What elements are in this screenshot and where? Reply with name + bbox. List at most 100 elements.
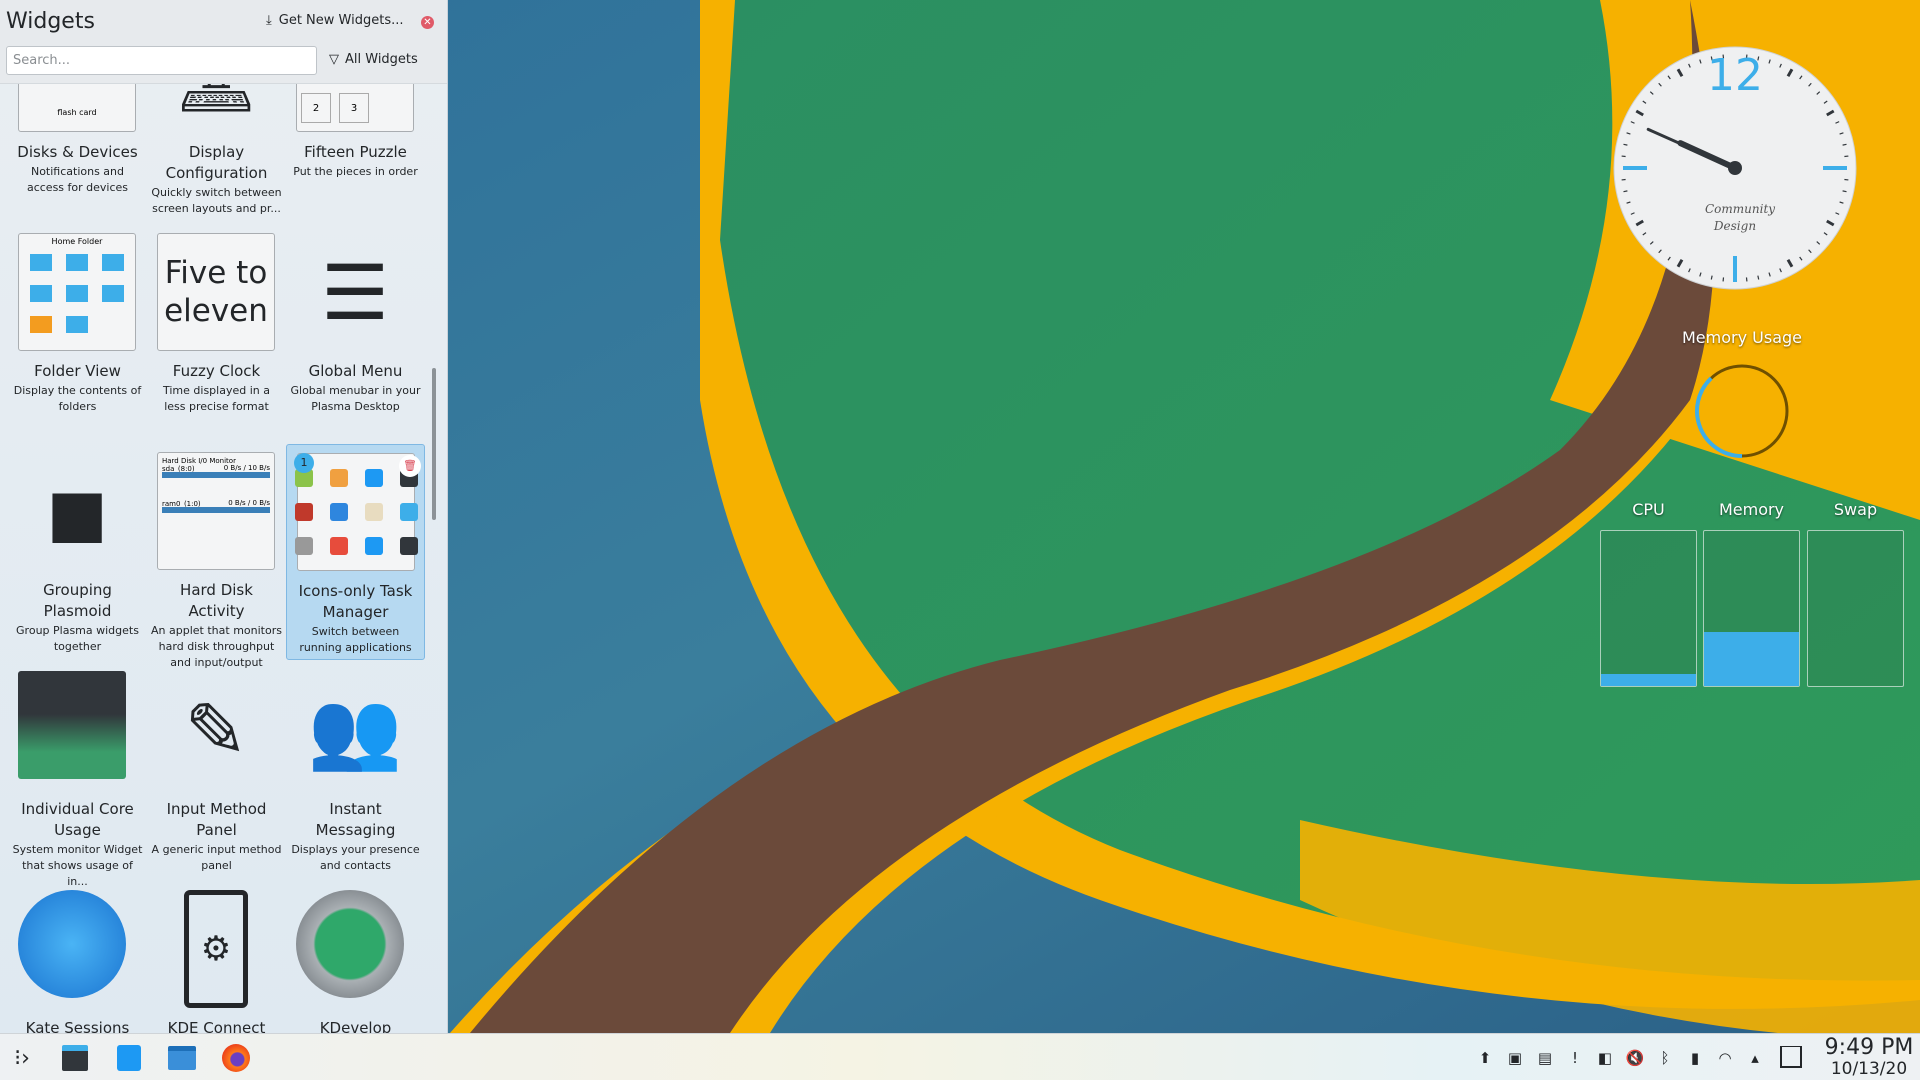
puzzle-tile: 3 [339,93,369,123]
folder-icon [66,285,88,302]
widget-item[interactable]: ☰ Global Menu Global menubar in your Plasm… [286,225,425,441]
widget-title: Global Menu Global menubar in your Plasma… [290,361,421,415]
discover-icon[interactable] [113,1042,145,1074]
usage-bar-memory[interactable] [1703,530,1800,687]
search-input[interactable] [6,46,317,75]
app-icon [294,503,313,521]
widget-name: Display Configuration [165,143,268,182]
widget-preview-folder: Home Folder [18,233,136,351]
widget-description: Display the contents of folders [13,384,142,413]
folder-icon [30,254,52,271]
widget-item[interactable]: ⚙ KDE Connect [147,882,286,1033]
volume-muted-icon[interactable]: 🔇 [1625,1048,1645,1068]
widget-title: Folder View Display the contents of folde… [12,361,143,415]
widget-name: KDE Connect [167,1019,266,1033]
widget-preview-kdeconnect: ⚙ [184,890,248,1008]
expand-tray-icon[interactable]: ▴ [1745,1048,1765,1068]
app-icon [364,537,383,555]
usage-bar-swap[interactable] [1807,530,1904,687]
widget-name: Kate Sessions [25,1019,130,1033]
widget-item[interactable]: Hard Disk I/0 Monitor sda_(8:0) 0 B/s / 10… [147,444,286,669]
widget-item[interactable]: 👥 Instant Messaging Displays your presence… [286,663,425,879]
widget-description: Put the pieces in order [293,165,418,178]
filter-icon: ▽ [329,52,339,67]
widget-item[interactable]: Individual Core Usage System monitor Widg… [8,663,147,888]
widget-explorer-panel: flash card Disks & Devices Notifications a… [0,0,448,1033]
folder-icons [30,254,124,333]
widget-name: Icons-only Task Manager [298,582,413,621]
widget-description: Notifications and access for devices [26,165,129,194]
analog-clock-widget[interactable]: 12 Community Design [1613,46,1857,290]
widget-preview-core [18,671,126,779]
bluetooth-icon[interactable]: ᛒ [1655,1048,1675,1068]
clipboard-icon[interactable]: ▤ [1535,1048,1555,1068]
widget-title: Disks & Devices Notifications and access … [12,142,143,196]
widget-item[interactable]: 1 🗑 Icons-only Task Manager Switch between … [286,444,425,660]
widget-description: Switch between running applications [299,625,412,654]
updates-icon[interactable]: ⬆ [1475,1048,1495,1068]
show-desktop-button[interactable] [1780,1046,1802,1068]
usage-bar-fill [1601,673,1696,686]
clock-numeral: 12 [1707,50,1763,101]
battery-icon[interactable]: ▮ [1685,1048,1705,1068]
wifi-icon[interactable]: ◠ [1715,1048,1735,1068]
widget-description: Group Plasma widgets together [16,624,139,653]
widget-title: Icons-only Task Manager Switch between ru… [291,581,420,656]
widget-name: Hard Disk Activity [180,581,253,620]
bar-label-memory: Memory [1718,500,1785,519]
widget-name: Fuzzy Clock [172,362,261,380]
hdd-preview-text: 0 B/s / 10 B/s [162,464,270,478]
close-icon[interactable]: ✕ [421,16,434,29]
widget-preview-fuzzy: Five to eleven [157,233,275,351]
widget-title: Hard Disk Activity An applet that monitor… [151,580,282,671]
widget-name: Global Menu [308,362,403,380]
filter-button[interactable]: ▽ All Widgets [329,52,418,67]
panel-title: Widgets [6,9,95,34]
digital-clock-time[interactable]: 9:49 PM [1822,1037,1916,1059]
widget-name: Individual Core Usage [21,800,134,839]
digital-clock-date[interactable]: 10/13/20 [1822,1059,1916,1079]
widget-preview-im: 👥 [307,685,403,774]
widget-name: KDevelop [319,1019,392,1033]
widget-item[interactable]: ◼ Grouping Plasmoid Group Plasma widgets t… [8,444,147,660]
widget-name: Disks & Devices [17,143,138,161]
widget-item[interactable]: Five to eleven Fuzzy Clock Time displayed … [147,225,286,441]
fuzzy-clock-preview-text: Five to eleven [164,255,268,329]
memory-usage-title: Memory Usage [1681,328,1802,347]
widget-description: Time displayed in a less precise format [163,384,270,413]
notifications-icon[interactable]: ! [1565,1048,1585,1068]
usage-bar-fill [1704,631,1799,686]
folder-icon [66,316,88,333]
clock-brand: Community Design [1705,202,1776,233]
download-icon: ⤓ [266,13,272,28]
system-settings-icon[interactable] [59,1042,91,1074]
app-icon [329,469,348,487]
widget-item[interactable]: Home Folder Folder View Display the conten… [8,225,147,441]
dolphin-icon[interactable] [166,1042,198,1074]
usage-bar-cpu[interactable] [1600,530,1697,687]
scrollbar[interactable] [432,368,436,520]
firefox-icon[interactable] [220,1042,252,1074]
widget-item[interactable]: KDevelop [286,882,425,1033]
memory-usage-ring[interactable] [1692,361,1792,461]
widget-preview-grouping: ◼ [45,466,109,556]
puzzle-tile: 2 [301,93,331,123]
taskbar: ⁝› ⬆ ▣ ▤! ◧ 🔇 ᛒ ▮ ◠ ▴ 9:49 PM 10/13/20 [0,1033,1920,1080]
app-icon [329,537,348,555]
widget-item[interactable]: ✎ Input Method Panel A generic input metho… [147,663,286,879]
app-icon [364,469,383,487]
widget-name: Folder View [34,362,121,380]
application-launcher-icon[interactable]: ⁝› [6,1042,38,1074]
folder-icon [30,285,52,302]
widget-title: Display Configuration Quickly switch betw… [151,142,282,217]
devices-icon[interactable]: ◧ [1595,1048,1615,1068]
widget-description: Displays your presence and contacts [291,843,420,872]
hdd-preview-text: 0 B/s / 0 B/s [162,499,270,513]
konsole-icon[interactable]: ▣ [1505,1048,1525,1068]
widget-item[interactable]: Kate Sessions [8,882,147,1033]
widget-title: KDE Connect [151,1018,282,1033]
get-new-widgets-button[interactable]: ⤓ Get New Widgets... [266,13,404,28]
delete-icon[interactable]: 🗑 [399,455,421,477]
widget-title: KDevelop [290,1018,421,1033]
widget-title: Instant Messaging Displays your presence … [290,799,421,874]
